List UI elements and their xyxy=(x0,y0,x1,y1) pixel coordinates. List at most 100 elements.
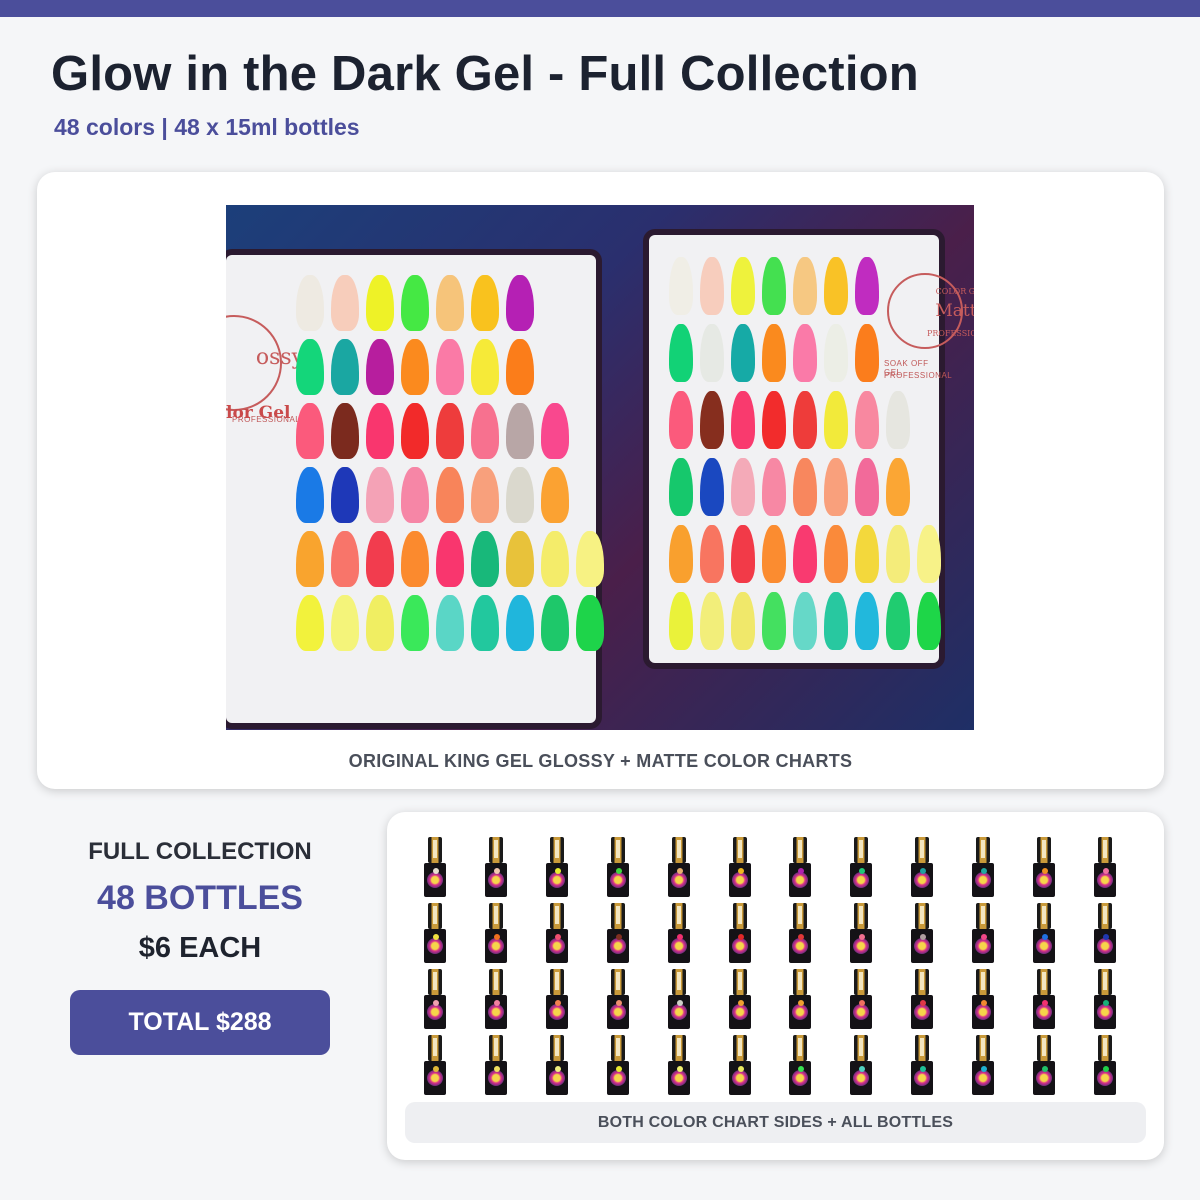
nail-swatch xyxy=(824,257,848,315)
nail-swatch xyxy=(700,324,724,382)
unit-price: $6 EACH xyxy=(138,932,262,964)
gel-bottle xyxy=(849,837,873,897)
nail-swatch xyxy=(471,339,499,395)
nail-swatch xyxy=(669,525,693,583)
nail-swatch xyxy=(669,324,693,382)
nail-swatch xyxy=(793,458,817,516)
gel-bottle xyxy=(606,903,630,963)
page-subtitle: 48 colors | 48 x 15ml bottles xyxy=(54,114,360,140)
nail-swatch xyxy=(793,525,817,583)
gel-bottle xyxy=(484,837,508,897)
nail-swatch xyxy=(731,391,755,449)
gel-bottle xyxy=(423,1035,447,1095)
nail-swatch xyxy=(401,531,429,587)
nail-swatch xyxy=(296,595,324,651)
gel-bottle xyxy=(971,969,995,1029)
gel-bottle xyxy=(667,903,691,963)
nail-swatch xyxy=(669,592,693,650)
gel-bottle xyxy=(545,1035,569,1095)
gel-bottle xyxy=(484,1035,508,1095)
nail-swatch xyxy=(855,592,879,650)
nail-swatch xyxy=(762,257,786,315)
glossy-chart-board: ossy PROFESSIONAL lor Gel xyxy=(226,255,604,723)
nail-swatch xyxy=(436,467,464,523)
nail-swatch xyxy=(762,324,786,382)
nail-swatch xyxy=(541,467,569,523)
nail-swatch xyxy=(886,592,910,650)
gel-bottle xyxy=(423,903,447,963)
gel-bottle xyxy=(667,969,691,1029)
nail-swatch xyxy=(436,531,464,587)
gel-bottle xyxy=(971,903,995,963)
nail-swatch xyxy=(366,275,394,331)
nail-swatch xyxy=(855,458,879,516)
color-chart-card: ossy PROFESSIONAL lor Gel COLOR GEL Matt… xyxy=(37,172,1164,789)
matte-chart-board: COLOR GEL Matte PROFESSIONAL SOAK OFF GE… xyxy=(649,235,974,663)
gel-bottle xyxy=(910,903,934,963)
gel-bottle xyxy=(910,1035,934,1095)
nail-swatch xyxy=(700,391,724,449)
nail-swatch xyxy=(506,595,534,651)
nail-swatch xyxy=(762,458,786,516)
nail-swatch xyxy=(506,531,534,587)
bottles-caption: BOTH COLOR CHART SIDES + ALL BOTTLES xyxy=(405,1102,1146,1143)
gel-bottle xyxy=(728,903,752,963)
gel-bottle xyxy=(1032,903,1056,963)
gel-bottle xyxy=(606,1035,630,1095)
nail-swatch xyxy=(541,595,569,651)
nail-swatch xyxy=(855,391,879,449)
gel-bottle xyxy=(545,969,569,1029)
nail-swatch xyxy=(762,391,786,449)
nail-swatch xyxy=(731,324,755,382)
nail-swatch xyxy=(471,467,499,523)
nail-swatch xyxy=(471,595,499,651)
nail-swatch xyxy=(506,467,534,523)
nail-swatch xyxy=(506,275,534,331)
nail-swatch xyxy=(731,458,755,516)
nail-swatch xyxy=(855,324,879,382)
nail-swatch xyxy=(471,403,499,459)
nail-swatch xyxy=(824,458,848,516)
nail-swatch xyxy=(436,339,464,395)
nail-swatch xyxy=(824,324,848,382)
nail-swatch xyxy=(366,531,394,587)
nail-swatch xyxy=(296,339,324,395)
nail-swatch xyxy=(366,339,394,395)
gel-bottle xyxy=(1032,837,1056,897)
nail-swatch xyxy=(793,592,817,650)
gel-bottle xyxy=(1032,969,1056,1029)
nail-swatch xyxy=(366,467,394,523)
gel-bottle xyxy=(788,1035,812,1095)
nail-swatch xyxy=(331,403,359,459)
nail-swatch xyxy=(886,391,910,449)
nail-swatch xyxy=(700,525,724,583)
nail-swatch xyxy=(886,458,910,516)
nail-swatch xyxy=(506,403,534,459)
nail-swatch xyxy=(401,339,429,395)
gel-bottle xyxy=(849,903,873,963)
nail-swatch xyxy=(731,525,755,583)
nail-swatch xyxy=(762,592,786,650)
nail-swatch xyxy=(331,339,359,395)
nail-swatch xyxy=(793,324,817,382)
nail-swatch xyxy=(576,531,604,587)
gel-bottle xyxy=(849,1035,873,1095)
gel-bottle xyxy=(910,969,934,1029)
nail-swatch xyxy=(296,531,324,587)
nail-swatch xyxy=(331,467,359,523)
gel-bottle xyxy=(484,903,508,963)
total-price-button[interactable]: TOTAL $288 xyxy=(70,990,330,1055)
glossy-logo-word: lor Gel xyxy=(226,403,291,423)
nail-swatch xyxy=(401,275,429,331)
matte-seal: COLOR GEL Matte PROFESSIONAL xyxy=(887,273,974,349)
nail-swatch xyxy=(824,391,848,449)
gel-bottle xyxy=(545,903,569,963)
gel-bottle xyxy=(1093,903,1117,963)
nail-swatch xyxy=(436,595,464,651)
gel-bottle xyxy=(910,837,934,897)
nail-swatch xyxy=(331,595,359,651)
nail-swatch xyxy=(731,257,755,315)
color-chart-photo: ossy PROFESSIONAL lor Gel COLOR GEL Matt… xyxy=(226,205,974,730)
gel-bottle xyxy=(1032,1035,1056,1095)
gel-bottle xyxy=(788,969,812,1029)
